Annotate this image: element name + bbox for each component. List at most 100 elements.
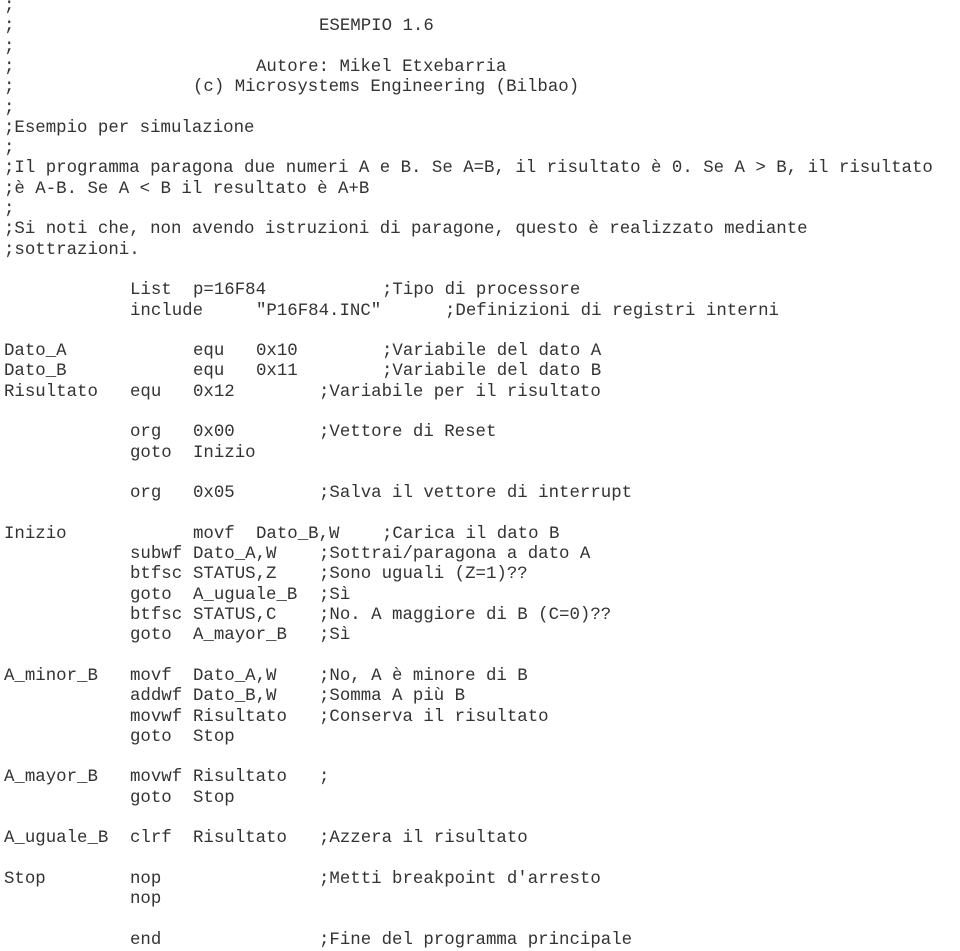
code-comment: ;Conserva il risultato <box>319 707 549 727</box>
code-comment: ;Esempio per simulazione <box>4 118 255 138</box>
code-label: Dato_B <box>4 362 67 382</box>
code-comment: ;Definizioni di registri interni <box>445 301 779 321</box>
code-token: end <box>130 930 162 950</box>
code-token: equ <box>193 342 225 362</box>
code-token: Dato_A,W <box>193 666 277 686</box>
code-comment: ;Sì <box>319 626 351 646</box>
code-line: A_uguale_B clrf Risultato ;Azzera il risult… <box>0 829 960 849</box>
code-line: ;sottrazioni. <box>0 241 960 261</box>
assembly-source-listing: ;; ESEMPIO 1.6;; Autore: Mikel Etxebarria;… <box>0 0 960 951</box>
code-comment: ;Si noti che, non avendo istruzioni di p… <box>4 220 808 240</box>
code-comment: ;è A-B. Se A < B il resultato è A+B <box>4 179 370 199</box>
code-token: goto <box>130 626 172 646</box>
code-line: ; <box>0 200 960 220</box>
code-token: movf <box>193 524 235 544</box>
code-comment: ;Vettore di Reset <box>319 423 497 443</box>
code-comment: ;sottrazioni. <box>4 240 140 260</box>
code-token: goto <box>130 788 172 808</box>
code-token: nop <box>130 869 162 889</box>
code-token: Dato_B,W <box>256 524 340 544</box>
code-line: Risultato equ 0x12 ;Variabile per il risult… <box>0 383 960 403</box>
code-token: org <box>130 484 162 504</box>
code-comment: ;Somma A più B <box>319 687 466 707</box>
code-label: Stop <box>4 869 46 889</box>
code-label: Risultato <box>4 382 98 402</box>
code-line: goto Stop <box>0 728 960 748</box>
code-line: ;Esempio per simulazione <box>0 119 960 139</box>
code-line: ; <box>0 139 960 159</box>
code-comment: ; <box>319 768 330 788</box>
code-line: ;Il programma paragona due numeri A e B.… <box>0 159 960 179</box>
code-line: Dato_A equ 0x10 ;Variabile del dato A <box>0 342 960 362</box>
code-token: p=16F84 <box>193 281 267 301</box>
code-token: goto <box>130 585 172 605</box>
code-token: movf <box>130 666 172 686</box>
code-comment: ;No, A è minore di B <box>319 666 528 686</box>
code-line: nop <box>0 890 960 910</box>
code-comment: ;Tipo di processore <box>382 281 581 301</box>
code-token: Risultato <box>193 829 287 849</box>
code-token: A_uguale_B <box>193 585 298 605</box>
code-token: Autore: Mikel Etxebarria <box>256 57 507 77</box>
code-token: (c) Microsystems Engineering (Bilbao) <box>193 78 580 98</box>
code-comment: ;Sì <box>319 585 351 605</box>
code-comment: ;Variabile per il risultato <box>319 382 601 402</box>
code-label: Inizio <box>4 524 67 544</box>
code-token: STATUS,C <box>193 606 277 625</box>
code-comment: ; <box>4 0 15 16</box>
code-line: goto Stop <box>0 789 960 809</box>
code-token: org <box>130 423 162 443</box>
code-token: 0x11 <box>256 362 298 382</box>
code-comment: ; <box>4 37 15 57</box>
code-token: movwf <box>130 768 183 788</box>
code-token: goto <box>130 443 172 463</box>
code-token: Risultato <box>193 768 287 788</box>
code-comment: ;Sottrai/paragona a dato A <box>319 545 591 565</box>
code-token: ESEMPIO 1.6 <box>319 17 434 37</box>
code-line: Dato_B equ 0x11 ;Variabile del dato B <box>0 362 960 382</box>
code-token: 0x10 <box>256 342 298 362</box>
code-token: "P16F84.INC" <box>256 301 382 321</box>
code-comment: ;Azzera il risultato <box>319 829 528 849</box>
code-token: Stop <box>193 788 235 808</box>
code-token: goto <box>130 727 172 747</box>
code-token: equ <box>193 362 225 382</box>
code-line: subwf Dato_A,W ;Sottrai/paragona a dato A <box>0 545 960 565</box>
code-comment: ;Metti breakpoint d'arresto <box>319 869 601 889</box>
code-token: 0x12 <box>193 382 235 402</box>
code-token: Inizio <box>193 443 256 463</box>
code-line: org 0x05 ;Salva il vettore di interrupt <box>0 484 960 504</box>
code-token: movwf <box>130 707 183 727</box>
code-token: addwf <box>130 687 183 707</box>
code-comment: ; <box>4 57 15 77</box>
code-token: equ <box>130 382 162 402</box>
code-token: clrf <box>130 829 172 849</box>
code-label: A_uguale_B <box>4 829 109 849</box>
code-token: subwf <box>130 545 183 565</box>
code-token: btfsc <box>130 565 183 585</box>
code-line: A_minor_B movf Dato_A,W ;No, A è minore di … <box>0 667 960 687</box>
code-comment: ; <box>4 17 15 37</box>
code-line: Stop nop ;Metti breakpoint d'arresto <box>0 870 960 890</box>
code-comment: ;Carica il dato B <box>382 524 560 544</box>
code-token: A_mayor_B <box>193 626 287 646</box>
code-label: Dato_A <box>4 342 67 362</box>
code-line: Inizio movf Dato_B,W ;Carica il dato B <box>0 525 960 545</box>
code-token: btfsc <box>130 606 183 625</box>
code-line: ;è A-B. Se A < B il resultato è A+B <box>0 180 960 200</box>
code-line: addwf Dato_B,W ;Somma A più B <box>0 687 960 707</box>
code-line: end ;Fine del programma principale <box>0 931 960 951</box>
code-line: goto Inizio <box>0 444 960 464</box>
code-line: movwf Risultato ;Conserva il risultato <box>0 708 960 728</box>
code-line: ; <box>0 0 960 17</box>
code-line: goto A_mayor_B ;Sì <box>0 626 960 646</box>
code-comment: ;Salva il vettore di interrupt <box>319 484 633 504</box>
